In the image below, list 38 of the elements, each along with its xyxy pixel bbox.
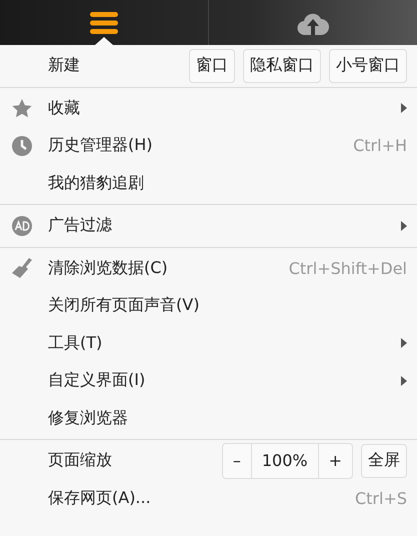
menu-item[interactable]: 清除浏览数据(C) Ctrl+Shift+Del xyxy=(0,250,417,287)
menu-label: 新建 xyxy=(48,55,81,76)
ad-icon xyxy=(12,216,32,236)
star-icon xyxy=(12,98,32,118)
zoom-value: 100% xyxy=(252,444,319,478)
menu-label: 广告过滤 xyxy=(48,215,113,236)
pointer-notch xyxy=(95,37,113,45)
new-window-button[interactable]: 小号窗口 xyxy=(329,48,407,83)
new-window-button[interactable]: 窗口 xyxy=(189,48,235,83)
broom-icon xyxy=(12,258,34,278)
menu-item[interactable]: 保存网页(A)... Ctrl+S xyxy=(0,480,417,517)
menu-label: 关闭所有页面声音(V) xyxy=(48,295,200,316)
menu-item[interactable]: 关闭所有页面声音(V) xyxy=(0,287,417,324)
menu-item[interactable]: 我的猎豹追剧 xyxy=(0,164,417,202)
menu-label: 保存网页(A)... xyxy=(48,488,152,509)
menu-label: 我的猎豹追剧 xyxy=(48,172,145,194)
menu-label: 历史管理器(H) xyxy=(48,135,154,156)
clock-icon xyxy=(12,136,32,156)
menu-item[interactable]: 历史管理器(H) Ctrl+H xyxy=(0,127,417,164)
menu-item[interactable]: 自定义界面(I) xyxy=(0,362,417,400)
menu-label: 自定义界面(I) xyxy=(48,370,146,392)
menu-icon xyxy=(90,12,118,34)
shortcut-text: Ctrl+H xyxy=(353,136,407,156)
menu-label: 清除浏览数据(C) xyxy=(48,258,169,279)
new-window-button[interactable]: 隐私窗口 xyxy=(243,48,321,83)
zoom-out-button[interactable]: – xyxy=(222,444,252,478)
shortcut-text: Ctrl+S xyxy=(354,488,407,508)
zoom-in-button[interactable]: + xyxy=(318,444,352,478)
shortcut-text: Ctrl+Shift+Del xyxy=(288,258,407,278)
menu-item[interactable]: 收藏 xyxy=(0,90,417,127)
menu-label: 工具(T) xyxy=(48,332,104,354)
menu-item[interactable]: 广告过滤 xyxy=(0,207,417,244)
fullscreen-button[interactable]: 全屏 xyxy=(361,444,407,478)
menu-item[interactable]: 工具(T) xyxy=(0,324,417,362)
menu-label: 页面缩放 xyxy=(48,450,113,472)
menu-label: 修复浏览器 xyxy=(48,408,129,429)
menu-item[interactable]: 修复浏览器 xyxy=(0,400,417,437)
menu-label: 收藏 xyxy=(48,98,81,119)
